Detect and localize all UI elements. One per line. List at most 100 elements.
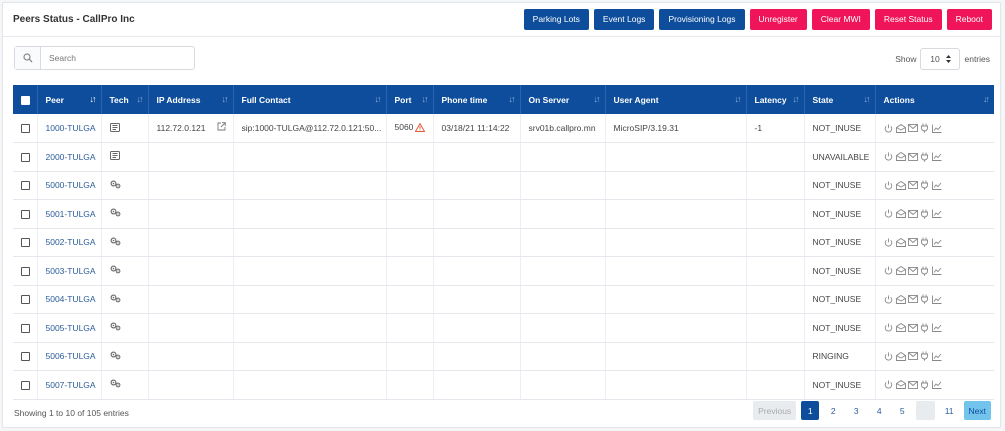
envelope-open-icon[interactable]: [895, 294, 906, 304]
pagination-page-4[interactable]: 4: [870, 401, 888, 420]
col-ip-address[interactable]: IP Address ↓↑: [148, 85, 234, 114]
col-user-agent[interactable]: User Agent ↓↑: [605, 85, 747, 114]
pagination-previous[interactable]: Previous: [753, 401, 797, 420]
row-checkbox[interactable]: [21, 380, 30, 390]
peer-text[interactable]: 5000-TULGA: [46, 180, 96, 190]
search-input[interactable]: [41, 47, 194, 69]
pagination-page-2[interactable]: 2: [824, 401, 842, 420]
parking-lots-button[interactable]: Parking Lots: [523, 9, 589, 30]
envelope-icon[interactable]: [907, 123, 918, 133]
peer-text[interactable]: 5006-TULGA: [46, 351, 96, 361]
chart-icon[interactable]: [931, 351, 942, 361]
page-size-select[interactable]: 10: [920, 48, 961, 70]
col-port[interactable]: Port ↓↑: [386, 85, 434, 114]
power-icon[interactable]: [884, 209, 894, 219]
reset-status-button[interactable]: Reset Status: [874, 9, 942, 30]
external-link-icon[interactable]: [217, 122, 226, 133]
envelope-open-icon[interactable]: [895, 152, 906, 162]
power-icon[interactable]: [884, 351, 894, 361]
chart-icon[interactable]: [931, 237, 942, 247]
power-icon[interactable]: [884, 294, 894, 304]
row-checkbox[interactable]: [21, 181, 30, 191]
row-checkbox[interactable]: [21, 152, 30, 162]
envelope-icon[interactable]: [907, 180, 918, 190]
envelope-icon[interactable]: [907, 380, 918, 390]
row-checkbox[interactable]: [21, 323, 30, 333]
envelope-open-icon[interactable]: [895, 237, 906, 247]
plug-icon[interactable]: [920, 323, 930, 333]
peer-text[interactable]: 1000-TULGA: [46, 123, 96, 133]
peer-text[interactable]: 5007-TULGA: [46, 380, 96, 390]
col-state[interactable]: State ↓↑: [804, 85, 876, 114]
plug-icon[interactable]: [920, 266, 930, 276]
row-checkbox[interactable]: [21, 124, 30, 134]
chart-icon[interactable]: [931, 209, 942, 219]
chart-icon[interactable]: [931, 123, 942, 133]
peer-text[interactable]: 5004-TULGA: [46, 294, 96, 304]
plug-icon[interactable]: [920, 237, 930, 248]
peer-text[interactable]: 2000-TULGA: [46, 152, 96, 162]
pagination-page-1[interactable]: 1: [801, 401, 820, 420]
power-icon[interactable]: [884, 380, 894, 390]
envelope-open-icon[interactable]: [895, 180, 906, 190]
col-on-server[interactable]: On Server ↓↑: [520, 85, 606, 114]
search-icon[interactable]: [15, 47, 41, 69]
reboot-button[interactable]: Reboot: [946, 9, 992, 30]
row-checkbox[interactable]: [21, 238, 30, 248]
chart-icon[interactable]: [931, 380, 942, 390]
event-logs-button[interactable]: Event Logs: [593, 9, 655, 30]
chart-icon[interactable]: [931, 266, 942, 276]
power-icon[interactable]: [884, 152, 894, 162]
envelope-open-icon[interactable]: [895, 209, 906, 219]
envelope-open-icon[interactable]: [895, 123, 906, 133]
power-icon[interactable]: [884, 180, 894, 190]
envelope-icon[interactable]: [907, 294, 918, 304]
plug-icon[interactable]: [920, 209, 930, 219]
row-checkbox[interactable]: [21, 209, 30, 219]
chart-icon[interactable]: [931, 323, 942, 333]
provisioning-logs-button[interactable]: Provisioning Logs: [659, 9, 745, 30]
col-actions[interactable]: Actions ↓↑: [875, 85, 994, 114]
select-all-checkbox[interactable]: [21, 95, 30, 105]
plug-icon[interactable]: [920, 123, 930, 133]
power-icon[interactable]: [884, 323, 894, 333]
clear-mwi-button[interactable]: Clear MWI: [811, 9, 870, 30]
chart-icon[interactable]: [931, 152, 942, 162]
unregister-button[interactable]: Unregister: [749, 9, 807, 30]
col-peer[interactable]: Peer ↓↑: [37, 85, 102, 114]
col-tech[interactable]: Tech ↓↑: [101, 85, 149, 114]
power-icon[interactable]: [884, 237, 894, 247]
envelope-icon[interactable]: [907, 351, 918, 361]
plug-icon[interactable]: [920, 180, 930, 191]
row-checkbox[interactable]: [21, 266, 30, 276]
row-checkbox[interactable]: [21, 352, 30, 362]
chart-icon[interactable]: [931, 294, 942, 304]
plug-icon[interactable]: [920, 152, 930, 162]
plug-icon[interactable]: [920, 294, 930, 305]
peer-text[interactable]: 5003-TULGA: [46, 266, 96, 276]
peer-text[interactable]: 5002-TULGA: [46, 237, 96, 247]
power-icon[interactable]: [884, 123, 894, 133]
plug-icon[interactable]: [920, 380, 930, 390]
envelope-icon[interactable]: [907, 266, 918, 276]
pagination-page-11[interactable]: 11: [940, 401, 959, 420]
envelope-open-icon[interactable]: [895, 266, 906, 276]
envelope-open-icon[interactable]: [895, 323, 906, 333]
chart-icon[interactable]: [931, 180, 942, 190]
plug-icon[interactable]: [920, 351, 930, 362]
pagination-next[interactable]: Next: [963, 401, 991, 420]
peer-text[interactable]: 5005-TULGA: [46, 323, 96, 333]
pagination-page-5[interactable]: 5: [893, 401, 911, 420]
envelope-icon[interactable]: [907, 209, 918, 219]
envelope-icon[interactable]: [907, 152, 918, 162]
peer-text[interactable]: 5001-TULGA: [46, 209, 96, 219]
pagination-page-3[interactable]: 3: [847, 401, 865, 420]
col-latency[interactable]: Latency ↓↑: [746, 85, 805, 114]
power-icon[interactable]: [884, 266, 894, 276]
envelope-open-icon[interactable]: [895, 380, 906, 390]
envelope-open-icon[interactable]: [895, 351, 906, 361]
envelope-icon[interactable]: [907, 323, 918, 333]
row-checkbox[interactable]: [21, 295, 30, 305]
envelope-icon[interactable]: [907, 237, 918, 247]
col-phone-time[interactable]: Phone time ↓↑: [433, 85, 521, 114]
